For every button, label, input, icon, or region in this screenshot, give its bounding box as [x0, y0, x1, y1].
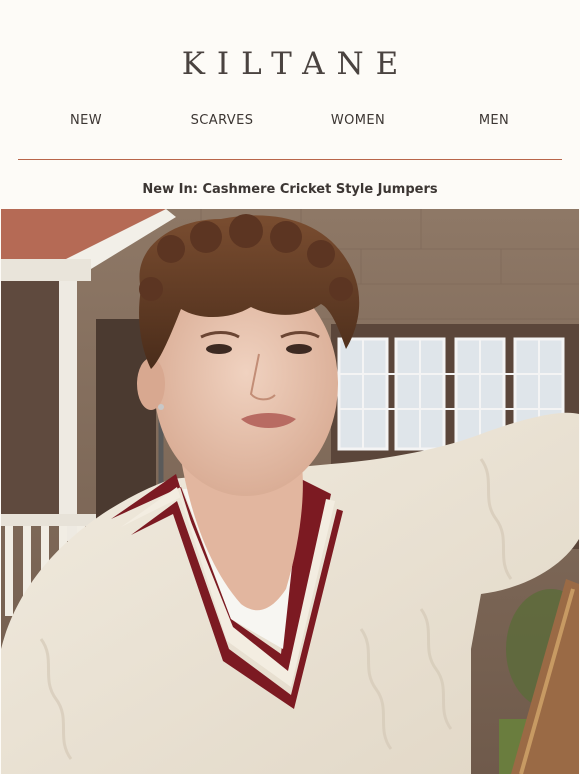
nav-link-scarves[interactable]: SCARVES: [154, 113, 290, 128]
nav-divider: [18, 159, 562, 160]
hero-image[interactable]: [1, 209, 579, 774]
promo-headline[interactable]: New In: Cashmere Cricket Style Jumpers: [0, 182, 580, 197]
nav-link-women[interactable]: WOMEN: [290, 113, 426, 128]
email-container: KILTANE NEW SCARVES WOMEN MEN New In: Ca…: [0, 0, 580, 774]
nav-link-new[interactable]: NEW: [18, 113, 154, 128]
brand-logo[interactable]: KILTANE: [0, 46, 580, 82]
nav-link-men[interactable]: MEN: [426, 113, 562, 128]
main-nav: NEW SCARVES WOMEN MEN: [18, 113, 562, 133]
